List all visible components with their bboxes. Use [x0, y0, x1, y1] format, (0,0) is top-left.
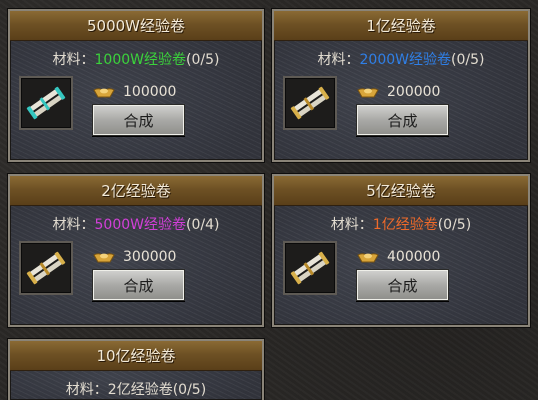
- recipe-card-5yi: 5亿经验卷 材料：1亿经验卷(0/5) 400000 合成: [272, 174, 530, 327]
- craft-button-label: 合成: [123, 276, 154, 295]
- material-label: 材料：: [52, 217, 95, 233]
- card-title: 1亿经验卷: [274, 11, 528, 41]
- cost-value: 200000: [387, 84, 441, 100]
- material-row: 材料：5000W经验卷(0/4): [10, 214, 262, 234]
- material-label: 材料：: [330, 217, 373, 233]
- material-name: 2亿经验卷: [107, 382, 173, 398]
- material-label: 材料：: [317, 52, 360, 68]
- material-count: (0/4): [186, 217, 220, 233]
- cost-row: 100000: [93, 83, 176, 101]
- material-row: 材料：1亿经验卷(0/5): [274, 214, 528, 234]
- material-name: 1000W经验卷: [94, 52, 186, 68]
- exp-scroll-icon[interactable]: [19, 76, 73, 130]
- card-title: 5亿经验卷: [274, 176, 528, 206]
- material-label: 材料：: [52, 52, 95, 68]
- cost-row: 200000: [357, 83, 440, 101]
- craft-button[interactable]: 合成: [92, 269, 185, 301]
- recipe-card-5000w: 5000W经验卷 材料：1000W经验卷(0/5) 100000 合成: [8, 9, 264, 162]
- exp-scroll-icon[interactable]: [19, 241, 73, 295]
- craft-button-label: 合成: [387, 276, 418, 295]
- recipe-card-1yi: 1亿经验卷 材料：2000W经验卷(0/5) 200000 合成: [272, 9, 530, 162]
- cost-value: 400000: [387, 249, 441, 265]
- craft-button-label: 合成: [387, 111, 418, 130]
- material-count: (0/5): [451, 52, 485, 68]
- card-title: 2亿经验卷: [10, 176, 262, 206]
- card-title: 5000W经验卷: [10, 11, 262, 41]
- material-count: (0/5): [437, 217, 472, 233]
- craft-button[interactable]: 合成: [356, 104, 449, 136]
- recipe-card-10yi: 10亿经验卷 材料：2亿经验卷(0/5): [8, 339, 264, 400]
- material-name: 1亿经验卷: [372, 217, 438, 233]
- recipe-card-2yi: 2亿经验卷 材料：5000W经验卷(0/4) 300000 合成: [8, 174, 264, 327]
- craft-button-label: 合成: [123, 111, 154, 130]
- material-name: 5000W经验卷: [94, 217, 186, 233]
- gold-ingot-icon: [357, 253, 379, 263]
- material-label: 材料：: [65, 382, 108, 398]
- cost-row: 400000: [357, 248, 440, 266]
- cost-value: 100000: [123, 84, 177, 100]
- card-title: 10亿经验卷: [10, 341, 262, 371]
- material-count: (0/5): [186, 52, 220, 68]
- craft-button[interactable]: 合成: [356, 269, 449, 301]
- material-count: (0/5): [172, 382, 207, 398]
- material-row: 材料：2000W经验卷(0/5): [274, 49, 528, 69]
- gold-ingot-icon: [357, 88, 379, 98]
- material-row: 材料：1000W经验卷(0/5): [10, 49, 262, 69]
- craft-button[interactable]: 合成: [92, 104, 185, 136]
- gold-ingot-icon: [93, 253, 115, 263]
- cost-value: 300000: [123, 249, 177, 265]
- exp-scroll-icon[interactable]: [283, 76, 337, 130]
- material-name: 2000W经验卷: [359, 52, 451, 68]
- material-row: 材料：2亿经验卷(0/5): [10, 379, 262, 399]
- exp-scroll-icon[interactable]: [283, 241, 337, 295]
- cost-row: 300000: [93, 248, 176, 266]
- gold-ingot-icon: [93, 88, 115, 98]
